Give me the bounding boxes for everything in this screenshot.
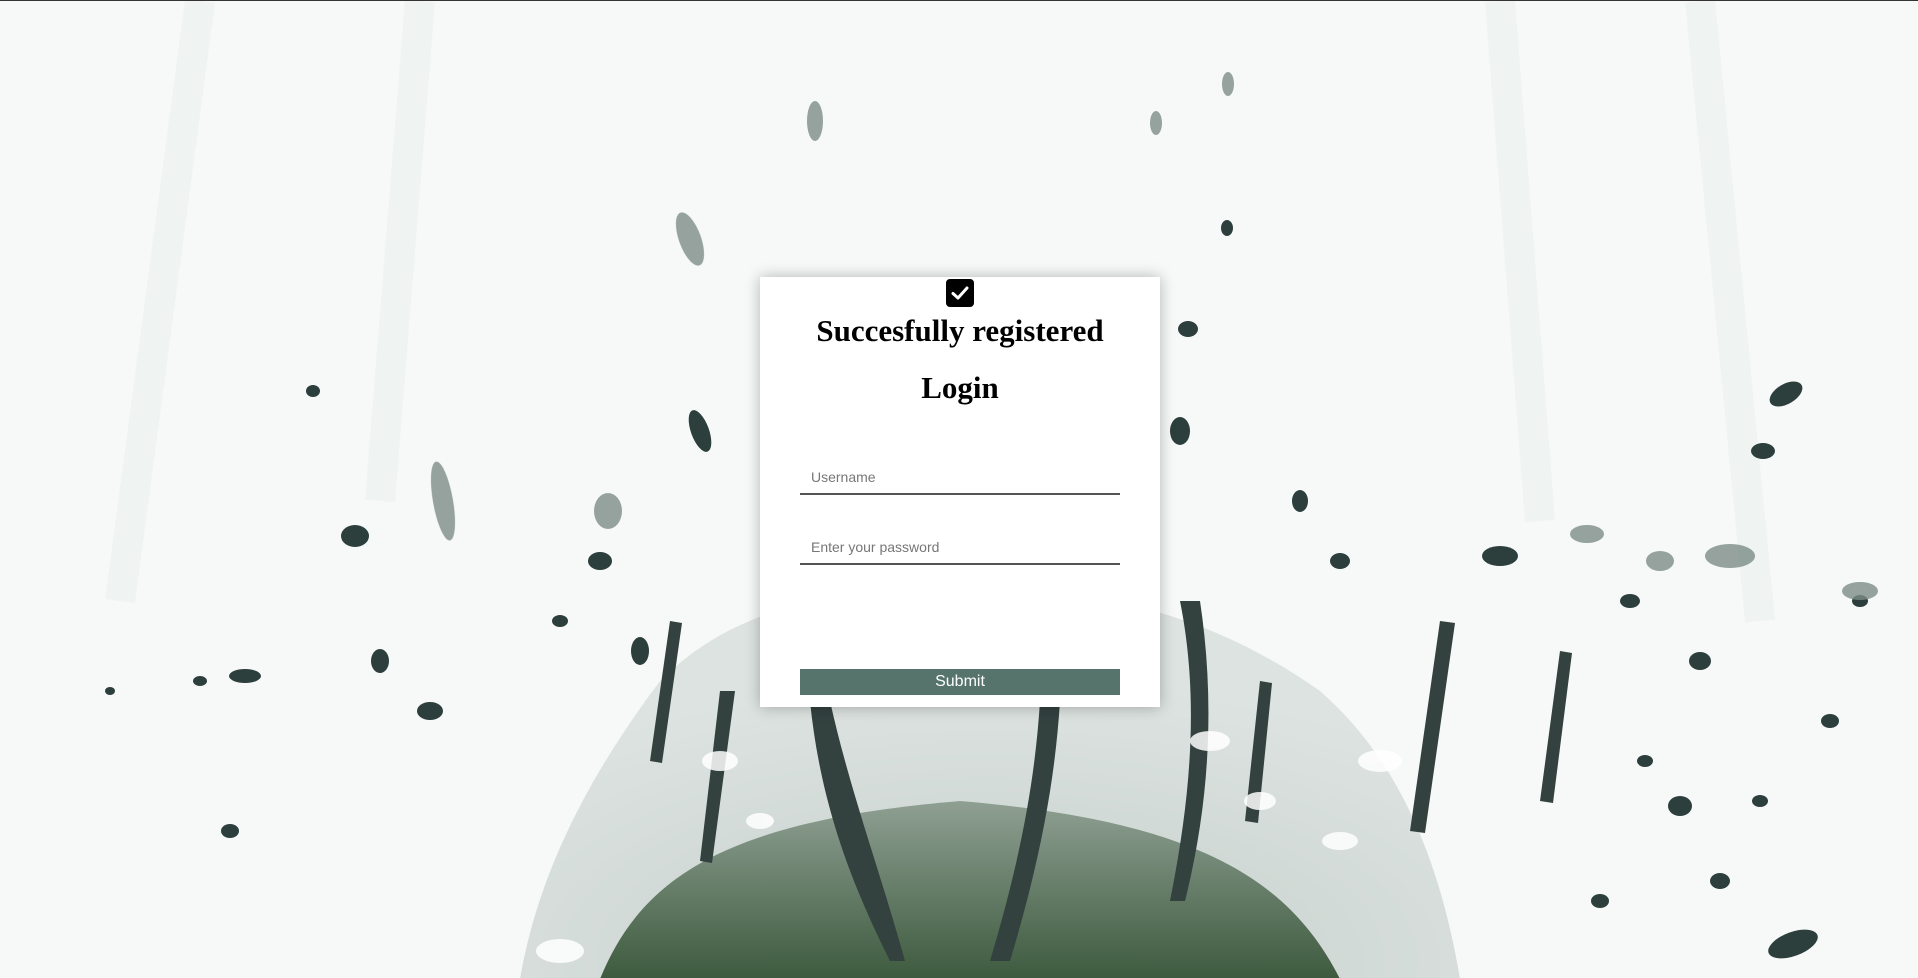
password-input[interactable] [800,531,1120,565]
username-input[interactable] [800,461,1120,495]
submit-button[interactable]: Submit [800,669,1120,695]
login-card: Succesfully registered Login Submit [760,277,1160,707]
success-message: Succesfully registered [816,313,1104,348]
login-title: Login [921,370,999,405]
checkmark-icon [946,279,974,307]
